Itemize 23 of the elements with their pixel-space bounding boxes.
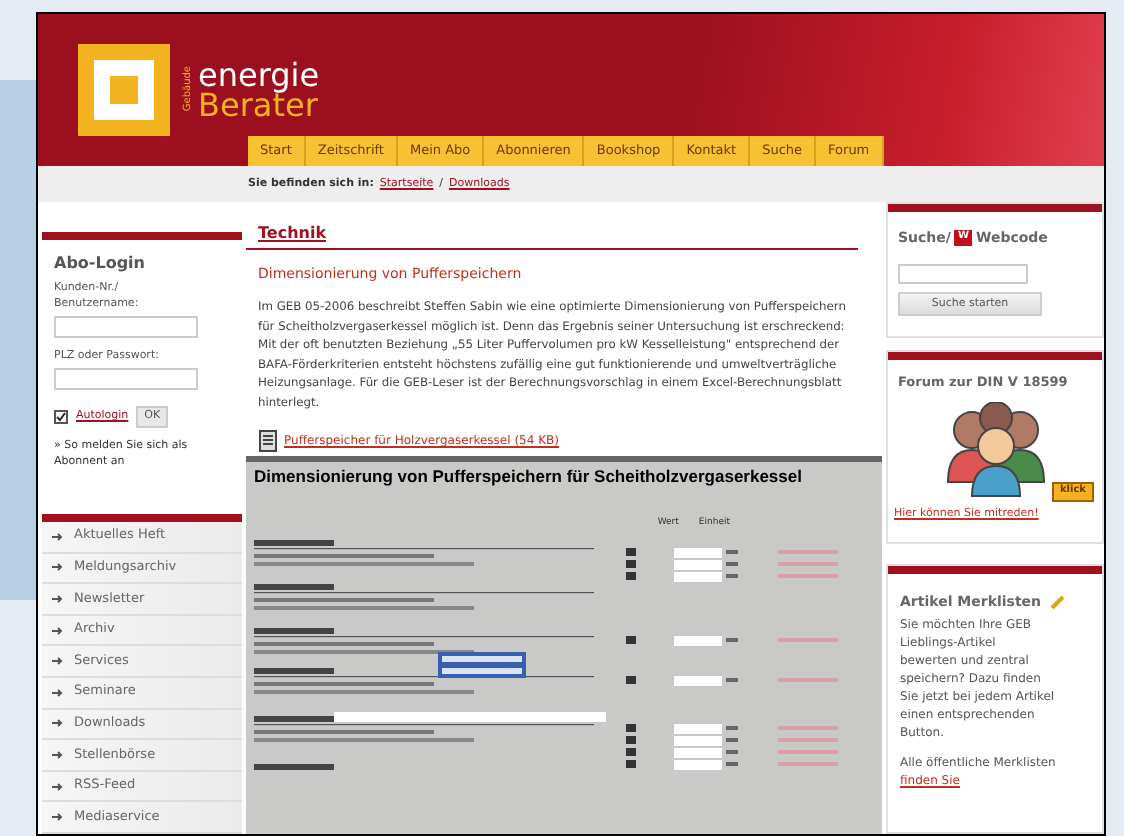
search-field[interactable]	[898, 264, 1028, 285]
logo-text: Berater	[198, 89, 320, 119]
arrow-icon	[52, 718, 64, 729]
arrow-icon	[52, 656, 64, 667]
document-icon	[258, 430, 278, 453]
arrow-icon	[52, 812, 64, 823]
arrow-icon	[52, 625, 64, 636]
password-field[interactable]	[54, 368, 198, 391]
pencil-icon	[1049, 594, 1066, 611]
arrow-icon	[52, 781, 64, 792]
autologin-checkbox[interactable]	[54, 409, 68, 424]
section-heading: Technik	[258, 223, 327, 242]
checkmark-icon	[56, 411, 66, 422]
arrow-icon	[52, 750, 64, 761]
arrow-icon	[52, 562, 64, 573]
arrow-icon	[52, 594, 64, 605]
username-field[interactable]	[54, 316, 198, 339]
arrow-icon	[52, 687, 64, 698]
logo-text: energie	[198, 59, 320, 89]
spreadsheet-title: Dimensionierung von Pufferspeichern für Scheitholzvergaserkessel	[254, 464, 804, 490]
logo-icon	[78, 43, 170, 135]
login-title: Abo-Login	[54, 251, 147, 276]
arrow-icon	[52, 531, 64, 542]
